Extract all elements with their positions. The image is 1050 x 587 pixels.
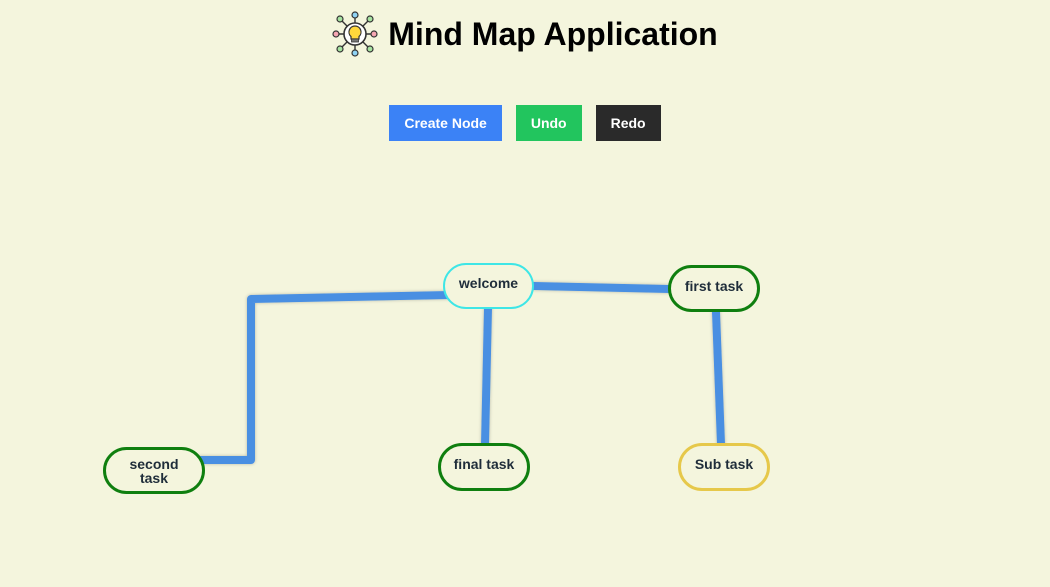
connector-welcome-first	[530, 282, 673, 293]
connector-first-sub	[712, 308, 725, 448]
connector-welcome-final	[481, 304, 492, 449]
mind-map-app: Mind Map Application Create Node Undo Re…	[0, 0, 1050, 587]
node-sub-task[interactable]: Sub task	[678, 443, 770, 491]
connector-welcome-second	[189, 291, 454, 464]
node-second-task[interactable]: second task	[103, 447, 205, 494]
node-welcome[interactable]: welcome	[443, 263, 534, 309]
node-final-task[interactable]: final task	[438, 443, 530, 491]
node-first-task[interactable]: first task	[668, 265, 760, 312]
